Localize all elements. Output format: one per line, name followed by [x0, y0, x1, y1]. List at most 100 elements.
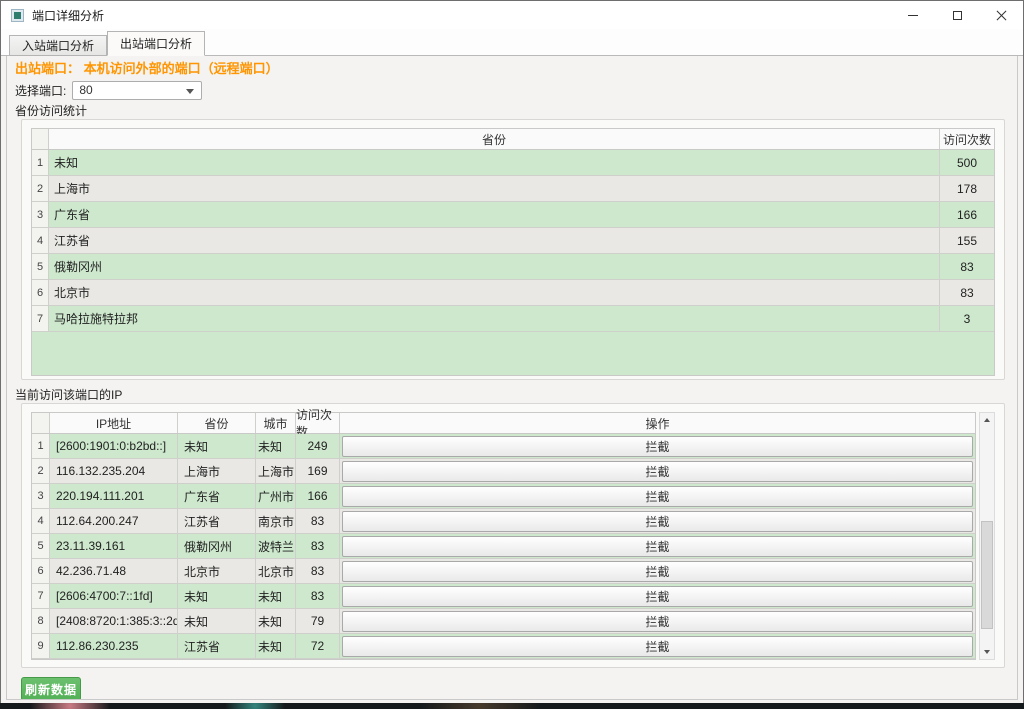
- row-number: 5: [32, 254, 49, 279]
- table-row[interactable]: 3 220.194.111.201 广东省 广州市 166 拦截: [32, 484, 975, 509]
- ip-table-body: 1 [2600:1901:0:b2bd::] 未知 未知 249 拦截 2 11…: [32, 434, 975, 659]
- table-row[interactable]: 5 23.11.39.161 俄勒冈州 波特兰 83 拦截: [32, 534, 975, 559]
- count-cell: 83: [296, 559, 340, 583]
- province-cell: 北京市: [49, 280, 939, 305]
- row-number: 1: [32, 434, 50, 458]
- city-cell: 南京市: [256, 509, 296, 533]
- row-number: 7: [32, 306, 49, 331]
- close-button[interactable]: [979, 1, 1023, 29]
- ip-list-panel: IP地址 省份 城市 访问次数 操作 1 [2600:1901:0:b2bd::…: [21, 403, 1005, 668]
- table-row[interactable]: 7 [2606:4700:7::1fd] 未知 未知 83 拦截: [32, 584, 975, 609]
- block-button[interactable]: 拦截: [342, 536, 973, 557]
- city-cell: 上海市: [256, 459, 296, 483]
- block-button[interactable]: 拦截: [342, 561, 973, 582]
- row-number: 6: [32, 280, 49, 305]
- maximize-button[interactable]: [935, 1, 979, 29]
- count-cell: 83: [296, 584, 340, 608]
- scrollbar-thumb[interactable]: [981, 521, 993, 629]
- count-cell: 83: [939, 280, 994, 305]
- row-number: 7: [32, 584, 50, 608]
- block-button[interactable]: 拦截: [342, 461, 973, 482]
- row-number: 5: [32, 534, 50, 558]
- port-select-dropdown[interactable]: 80: [72, 81, 202, 100]
- table-row[interactable]: 5 俄勒冈州 83: [32, 254, 994, 280]
- tab-bar: 入站端口分析 出站端口分析: [1, 29, 1023, 56]
- port-selector-label: 选择端口:: [15, 82, 66, 99]
- count-cell: 3: [939, 306, 994, 331]
- block-button[interactable]: 拦截: [342, 511, 973, 532]
- block-button[interactable]: 拦截: [342, 636, 973, 657]
- province-cell: 未知: [178, 609, 256, 633]
- chevron-down-icon: [186, 89, 194, 94]
- city-cell: 未知: [256, 434, 296, 458]
- block-button[interactable]: 拦截: [342, 611, 973, 632]
- count-cell: 79: [296, 609, 340, 633]
- col-header-count: 访问次数: [939, 129, 994, 149]
- province-cell: 未知: [178, 434, 256, 458]
- province-table-header: 省份 访问次数: [32, 129, 994, 150]
- window-title: 端口详细分析: [32, 7, 104, 24]
- province-cell: 广东省: [49, 202, 939, 227]
- tab-inbound-port-analysis[interactable]: 入站端口分析: [9, 35, 107, 56]
- row-number: 9: [32, 634, 50, 658]
- row-number: 4: [32, 228, 49, 253]
- province-cell: 未知: [178, 584, 256, 608]
- table-row[interactable]: 2 上海市 178: [32, 176, 994, 202]
- refresh-data-button[interactable]: 刷新数据: [21, 677, 81, 700]
- col-header-action: 操作: [340, 413, 975, 433]
- province-stats-panel: 省份 访问次数 1 未知 500 2 上海市 178: [21, 119, 1005, 380]
- province-table-body: 1 未知 500 2 上海市 178 3 广东省: [32, 150, 994, 332]
- table-row[interactable]: 4 江苏省 155: [32, 228, 994, 254]
- count-cell: 83: [939, 254, 994, 279]
- count-cell: 169: [296, 459, 340, 483]
- ip-cell: 112.64.200.247: [50, 509, 178, 533]
- tab-outbound-port-analysis[interactable]: 出站端口分析: [107, 31, 205, 56]
- desktop-background: [0, 703, 1024, 709]
- province-stats-title: 省份访问统计: [15, 104, 1005, 119]
- port-select-value: 80: [79, 83, 92, 97]
- table-row[interactable]: 9 112.86.230.235 江苏省 未知 72 拦截: [32, 634, 975, 659]
- table-row[interactable]: 7 马哈拉施特拉邦 3: [32, 306, 994, 332]
- table-row[interactable]: 2 116.132.235.204 上海市 上海市 169 拦截: [32, 459, 975, 484]
- province-cell: 俄勒冈州: [178, 534, 256, 558]
- minimize-icon: [908, 15, 918, 16]
- block-button[interactable]: 拦截: [342, 436, 973, 457]
- province-cell: 上海市: [49, 176, 939, 201]
- minimize-button[interactable]: [891, 1, 935, 29]
- row-number: 4: [32, 509, 50, 533]
- block-button[interactable]: 拦截: [342, 586, 973, 607]
- ip-cell: [2408:8720:1:385:3::2d]: [50, 609, 178, 633]
- table-row[interactable]: 3 广东省 166: [32, 202, 994, 228]
- table-row[interactable]: 6 北京市 83: [32, 280, 994, 306]
- outbound-port-banner: 出站端口： 本机访问外部的端口（远程端口）: [15, 61, 1005, 77]
- scroll-down-icon[interactable]: [980, 645, 994, 659]
- city-cell: 波特兰: [256, 534, 296, 558]
- row-number: 1: [32, 150, 49, 175]
- count-cell: 249: [296, 434, 340, 458]
- table-row[interactable]: 4 112.64.200.247 江苏省 南京市 83 拦截: [32, 509, 975, 534]
- col-header-count: 访问次数: [296, 413, 340, 433]
- table-row[interactable]: 1 [2600:1901:0:b2bd::] 未知 未知 249 拦截: [32, 434, 975, 459]
- province-cell: 上海市: [178, 459, 256, 483]
- block-button[interactable]: 拦截: [342, 486, 973, 507]
- province-cell: 江苏省: [49, 228, 939, 253]
- province-cell: 江苏省: [178, 634, 256, 658]
- province-cell: 北京市: [178, 559, 256, 583]
- scroll-up-icon[interactable]: [980, 413, 994, 427]
- ip-cell: 112.86.230.235: [50, 634, 178, 658]
- count-cell: 83: [296, 534, 340, 558]
- row-number: 6: [32, 559, 50, 583]
- table-row[interactable]: 8 [2408:8720:1:385:3::2d] 未知 未知 79 拦截: [32, 609, 975, 634]
- ip-cell: [2600:1901:0:b2bd::]: [50, 434, 178, 458]
- count-cell: 500: [939, 150, 994, 175]
- row-number: 8: [32, 609, 50, 633]
- ip-table-header: IP地址 省份 城市 访问次数 操作: [32, 413, 975, 434]
- vertical-scrollbar[interactable]: [979, 412, 995, 660]
- province-cell: 俄勒冈州: [49, 254, 939, 279]
- count-cell: 178: [939, 176, 994, 201]
- ip-cell: 42.236.71.48: [50, 559, 178, 583]
- count-cell: 155: [939, 228, 994, 253]
- table-row[interactable]: 1 未知 500: [32, 150, 994, 176]
- table-row[interactable]: 6 42.236.71.48 北京市 北京市 83 拦截: [32, 559, 975, 584]
- count-cell: 83: [296, 509, 340, 533]
